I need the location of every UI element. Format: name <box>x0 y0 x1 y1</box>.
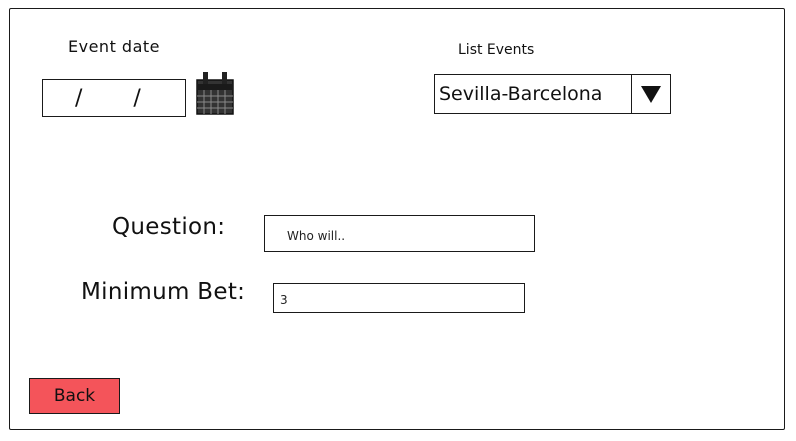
list-events-select[interactable]: Sevilla-Barcelona <box>434 74 671 114</box>
list-events-selected-value: Sevilla-Barcelona <box>439 83 603 105</box>
minimum-bet-input[interactable]: 3 <box>273 283 525 313</box>
minimum-bet-label: Minimum Bet: <box>81 279 246 305</box>
event-date-input[interactable]: / / <box>42 79 186 117</box>
event-date-label: Event date <box>68 37 160 56</box>
triangle-down-icon <box>641 86 661 103</box>
back-button[interactable]: Back <box>29 378 120 414</box>
minimum-bet-input-value: 3 <box>280 293 288 307</box>
question-label: Question: <box>112 214 226 240</box>
list-events-label: List Events <box>458 42 535 58</box>
calendar-icon[interactable] <box>195 70 235 116</box>
dropdown-arrow-button[interactable] <box>631 75 670 113</box>
back-button-label: Back <box>53 386 96 406</box>
question-input[interactable]: Who will.. <box>264 215 535 252</box>
question-input-value: Who will.. <box>287 228 346 243</box>
event-date-value: / / <box>75 85 163 111</box>
